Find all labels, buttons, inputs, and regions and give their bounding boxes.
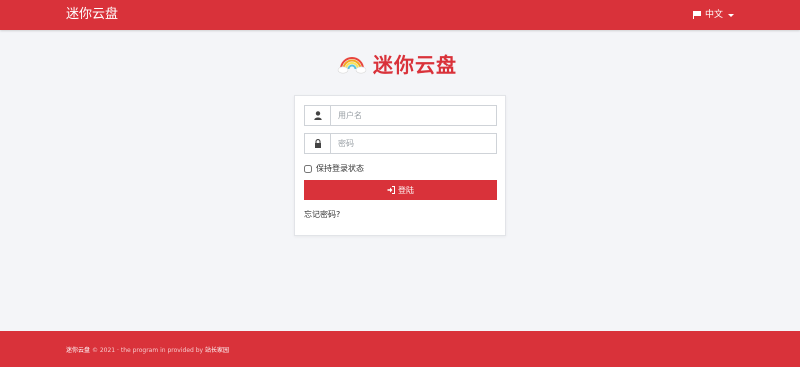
remember-me[interactable]: 保持登录状态 xyxy=(304,163,364,174)
rainbow-cloud-icon xyxy=(337,57,367,74)
login-card: 保持登录状态 登陆 忘记密码? xyxy=(294,95,506,236)
sign-in-icon xyxy=(387,186,395,194)
language-label: 中文 xyxy=(704,10,723,20)
footer: 迷你云盘 © 2021 · the program in provided by… xyxy=(0,331,800,367)
language-dropdown[interactable]: 中文 xyxy=(692,9,734,21)
user-icon xyxy=(305,106,331,125)
forgot-password-link[interactable]: 忘记密码? xyxy=(304,209,340,220)
username-input-group xyxy=(304,105,497,126)
lock-icon xyxy=(305,134,331,153)
top-navbar: 迷你云盘 中文 xyxy=(0,0,800,30)
logo-text: 迷你云盘 xyxy=(373,52,457,77)
password-field[interactable] xyxy=(331,134,496,153)
footer-link[interactable]: 站长家园 xyxy=(205,347,229,354)
remember-checkbox[interactable] xyxy=(304,164,312,173)
app-logo: 迷你云盘 xyxy=(337,50,457,77)
flag-icon xyxy=(692,11,702,19)
footer-brand: 迷你云盘 xyxy=(66,347,91,354)
footer-copyright: © 2021 · the program in provided by xyxy=(91,347,204,354)
remember-label: 保持登录状态 xyxy=(316,164,364,173)
username-field[interactable] xyxy=(331,106,496,125)
caret-down-icon xyxy=(728,13,734,17)
login-button[interactable]: 登陆 xyxy=(304,180,497,200)
navbar-brand[interactable]: 迷你云盘 xyxy=(66,7,118,23)
login-button-label: 登陆 xyxy=(398,185,414,195)
footer-text: 迷你云盘 © 2021 · the program in provided by… xyxy=(66,345,229,354)
password-input-group xyxy=(304,133,497,154)
